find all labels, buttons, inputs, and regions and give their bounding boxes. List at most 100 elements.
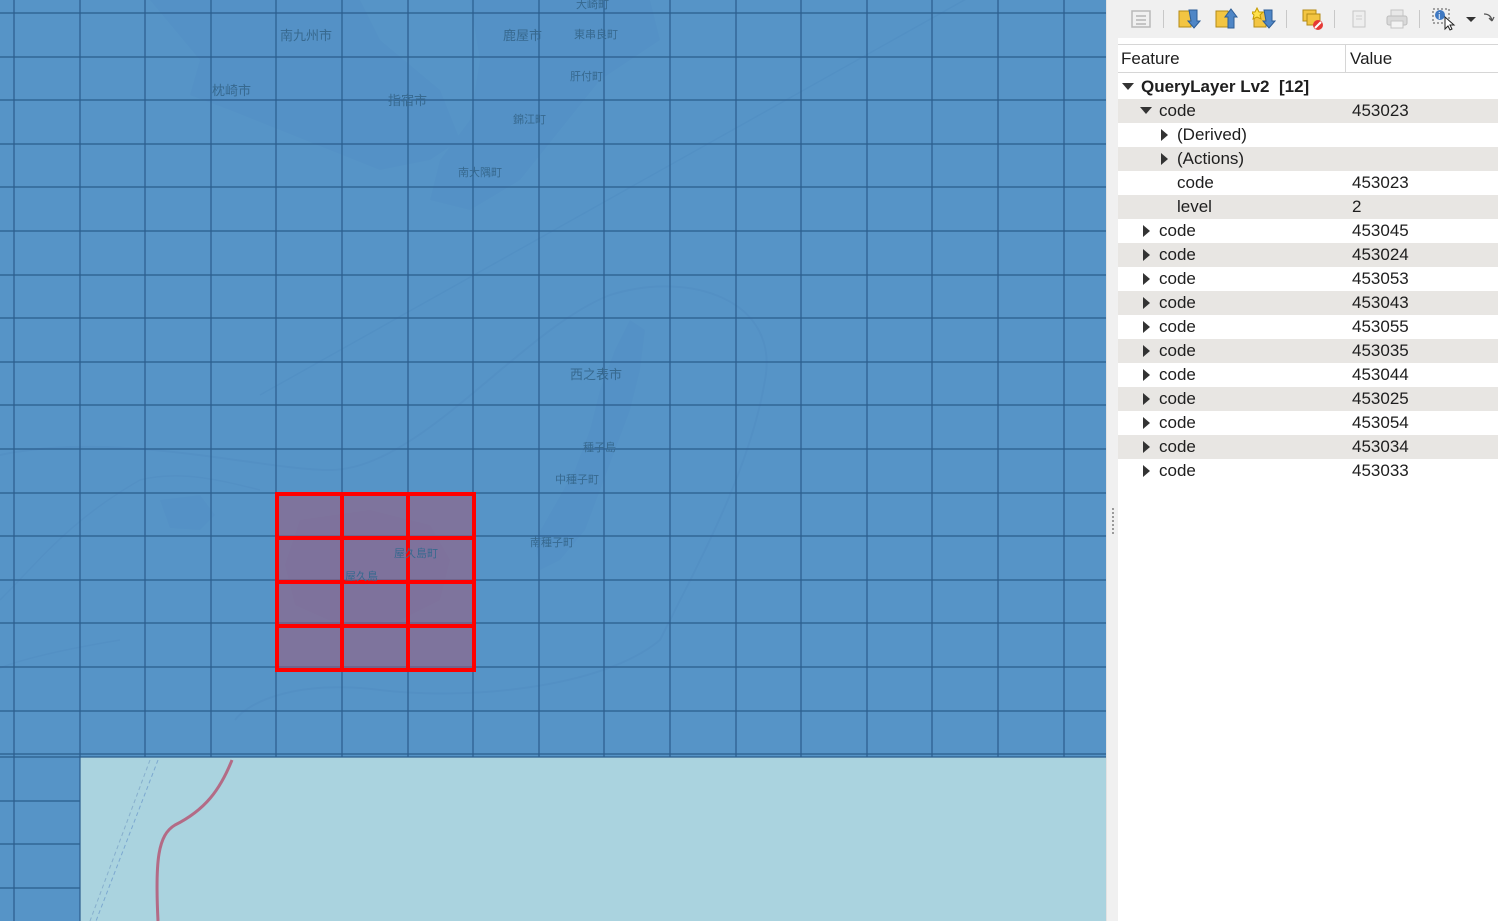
expand-arrow-icon[interactable]	[1139, 315, 1153, 339]
place-label: 南大隅町	[458, 165, 502, 179]
map-svg[interactable]: 大崎町 南九州市 鹿屋市 東串良町 肝付町 枕崎市 指宿市 錦江町 南大隅町 西…	[0, 0, 1106, 921]
grid-layer	[0, 0, 1106, 921]
place-label: 西之表市	[570, 367, 622, 383]
feature-row[interactable]: code 453055	[1118, 315, 1498, 339]
attribute-value: 453023	[1352, 173, 1409, 192]
place-label: 指宿市	[388, 93, 427, 109]
feature-value: 453035	[1352, 341, 1409, 360]
collapse-tree-icon[interactable]	[1213, 6, 1239, 32]
feature-value: 453024	[1352, 245, 1409, 264]
feature-label: code	[1159, 101, 1196, 120]
actions-row[interactable]: (Actions)	[1118, 147, 1498, 171]
sea-boundary-curve	[155, 759, 234, 921]
results-tree-header: Feature Value	[1118, 44, 1498, 73]
feature-row[interactable]: code 453033	[1118, 459, 1498, 483]
layer-name: QueryLayer Lv2 [12]	[1141, 77, 1310, 96]
feature-value: 453044	[1352, 365, 1409, 384]
attribute-value: 2	[1352, 197, 1362, 216]
feature-label: code	[1159, 221, 1196, 240]
attribute-label: code	[1177, 173, 1214, 192]
expand-arrow-icon[interactable]	[1157, 123, 1171, 147]
attribute-row[interactable]: code 453023	[1118, 171, 1498, 195]
expand-arrow-icon[interactable]	[1139, 339, 1153, 363]
feature-label: code	[1159, 245, 1196, 264]
feature-value: 453054	[1352, 413, 1409, 432]
place-label: 錦江町	[513, 112, 546, 126]
identify-select-icon[interactable]: i	[1431, 6, 1457, 32]
expand-arrow-icon[interactable]	[1139, 291, 1153, 315]
place-label: 大崎町	[576, 0, 609, 11]
identify-results-panel: i Feature Value QueryLayer Lv2 [12] code…	[1118, 0, 1498, 921]
feature-row[interactable]: code 453034	[1118, 435, 1498, 459]
place-label: 枕崎市	[212, 83, 251, 99]
feature-row[interactable]: code 453054	[1118, 411, 1498, 435]
expand-new-results-icon[interactable]	[1251, 6, 1277, 32]
feature-label: code	[1159, 269, 1196, 288]
feature-row[interactable]: code 453044	[1118, 363, 1498, 387]
attribute-row[interactable]: level 2	[1118, 195, 1498, 219]
place-label: 東串良町	[574, 27, 618, 41]
feature-row[interactable]: code 453053	[1118, 267, 1498, 291]
expand-arrow-icon[interactable]	[1139, 459, 1153, 483]
feature-label: code	[1159, 293, 1196, 312]
feature-row[interactable]: code 453024	[1118, 243, 1498, 267]
identify-toolbar: i	[1118, 0, 1498, 38]
expand-tree-icon[interactable]	[1176, 6, 1202, 32]
feature-value: 453043	[1352, 293, 1409, 312]
attribute-label: (Actions)	[1177, 149, 1245, 168]
place-label: 南九州市	[280, 28, 332, 44]
feature-row[interactable]: code 453043	[1118, 291, 1498, 315]
column-divider[interactable]	[1345, 45, 1346, 72]
feature-row-expanded[interactable]: code 453023	[1118, 99, 1498, 123]
collapse-arrow-icon[interactable]	[1121, 75, 1135, 99]
place-label: 中種子町	[555, 472, 599, 486]
column-header-value[interactable]: Value	[1350, 49, 1392, 69]
attribute-label: level	[1177, 197, 1212, 216]
feature-label: code	[1159, 437, 1196, 456]
copy-feature-icon[interactable]	[1346, 6, 1372, 32]
feature-value: 453033	[1352, 461, 1409, 480]
feature-value: 453023	[1352, 101, 1409, 120]
feature-label: code	[1159, 341, 1196, 360]
clear-results-icon[interactable]	[1300, 6, 1326, 32]
place-label: 肝付町	[570, 70, 603, 83]
attribute-label: (Derived)	[1177, 125, 1247, 144]
feature-label: code	[1159, 461, 1196, 480]
print-icon[interactable]	[1384, 6, 1410, 32]
feature-row[interactable]: code 453035	[1118, 339, 1498, 363]
feature-label: code	[1159, 317, 1196, 336]
feature-row[interactable]: code 453045	[1118, 219, 1498, 243]
column-header-feature[interactable]: Feature	[1121, 49, 1180, 69]
feature-value: 453034	[1352, 437, 1409, 456]
feature-row[interactable]: code 453025	[1118, 387, 1498, 411]
feature-label: code	[1159, 365, 1196, 384]
svg-text:i: i	[1438, 12, 1441, 22]
grid-area	[0, 0, 1106, 757]
expand-arrow-icon[interactable]	[1139, 243, 1153, 267]
feature-value: 453025	[1352, 389, 1409, 408]
place-label: 鹿屋市	[503, 28, 542, 44]
expand-all-icon[interactable]	[1128, 6, 1154, 32]
place-label: 屋久島町	[394, 546, 438, 560]
feature-value: 453053	[1352, 269, 1409, 288]
place-label: 南種子町	[530, 535, 574, 549]
feature-value: 453055	[1352, 317, 1409, 336]
splitter-grip[interactable]	[1112, 508, 1114, 536]
expand-arrow-icon[interactable]	[1139, 363, 1153, 387]
derived-row[interactable]: (Derived)	[1118, 123, 1498, 147]
layer-row[interactable]: QueryLayer Lv2 [12]	[1118, 75, 1498, 99]
expand-arrow-icon[interactable]	[1139, 387, 1153, 411]
expand-arrow-icon[interactable]	[1139, 219, 1153, 243]
expand-arrow-icon[interactable]	[1139, 411, 1153, 435]
map-canvas[interactable]: 大崎町 南九州市 鹿屋市 東串良町 肝付町 枕崎市 指宿市 錦江町 南大隅町 西…	[0, 0, 1106, 921]
place-label: 種子島	[583, 440, 616, 454]
close-icon[interactable]	[1478, 6, 1498, 32]
ferry-line-2	[89, 759, 151, 921]
expand-arrow-icon[interactable]	[1139, 435, 1153, 459]
expand-arrow-icon[interactable]	[1157, 147, 1171, 171]
feature-value: 453045	[1352, 221, 1409, 240]
place-label: 屋久島	[345, 569, 378, 583]
results-tree: QueryLayer Lv2 [12] code 453023 (Derived…	[1118, 75, 1498, 483]
expand-arrow-icon[interactable]	[1139, 267, 1153, 291]
collapse-arrow-icon[interactable]	[1139, 99, 1153, 123]
